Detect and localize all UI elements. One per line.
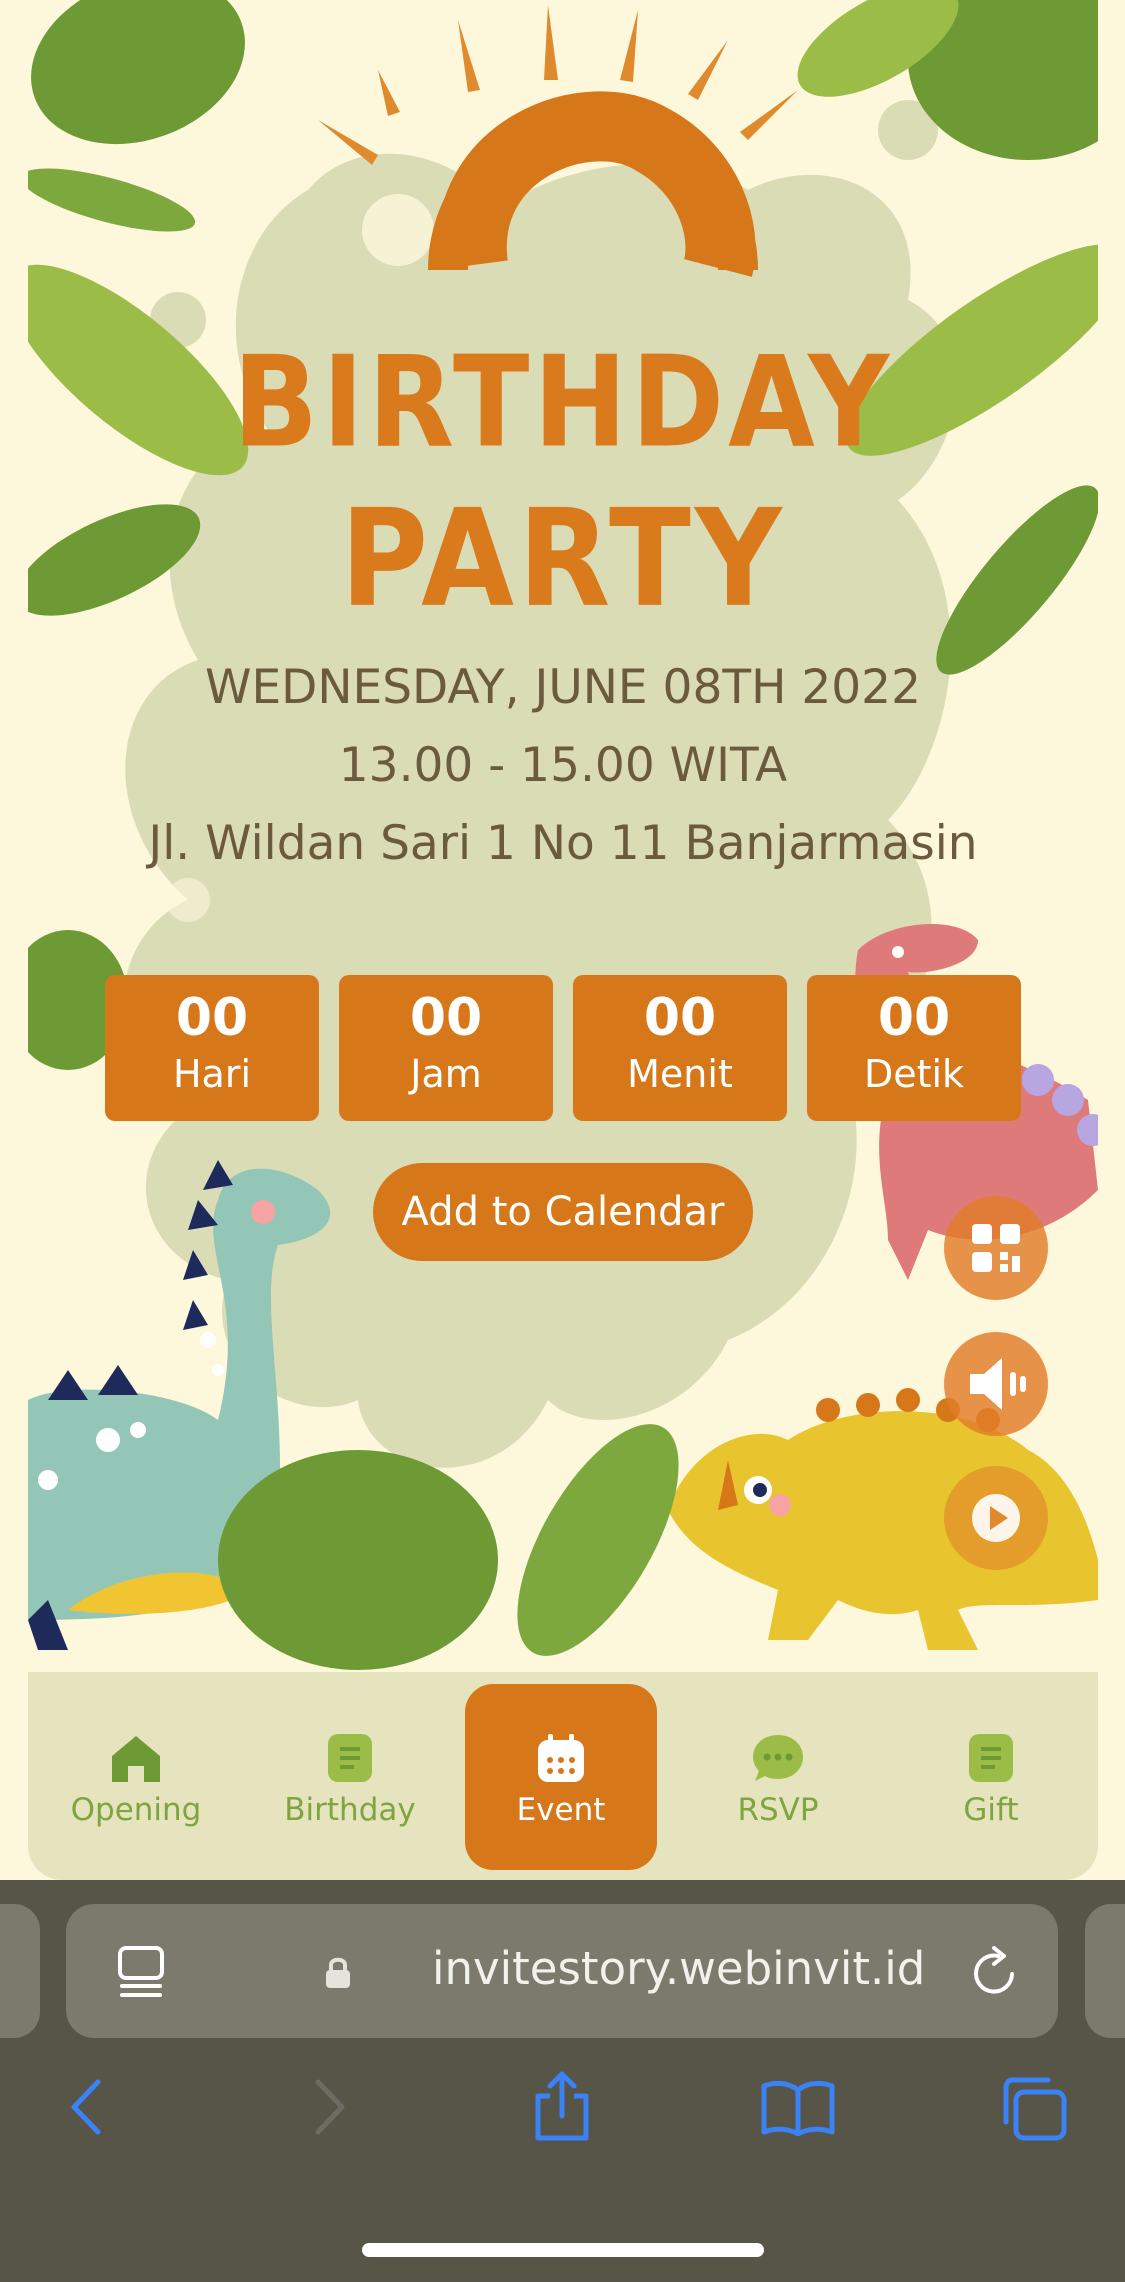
- play-icon: [972, 1494, 1020, 1542]
- tab-event[interactable]: Event: [465, 1684, 657, 1870]
- tabs-icon[interactable]: [1000, 2076, 1068, 2142]
- forward-icon[interactable]: [308, 2076, 352, 2138]
- title-line-1: BIRTHDAY: [232, 330, 894, 476]
- countdown-days: 00 Hari: [105, 975, 319, 1121]
- countdown-minutes-value: 00: [643, 988, 717, 1048]
- address-bar[interactable]: invitestory.webinvit.id: [66, 1904, 1058, 2038]
- back-icon[interactable]: [64, 2076, 108, 2138]
- event-time: 13.00 - 15.00 WITA: [338, 738, 788, 793]
- page-menu-icon[interactable]: [116, 1944, 166, 2000]
- countdown-days-value: 00: [175, 988, 249, 1048]
- tab-rsvp-label: RSVP: [737, 1792, 819, 1828]
- countdown-hours: 00 Jam: [339, 975, 553, 1121]
- calendar-icon: [538, 1734, 584, 1782]
- speaker-icon: [970, 1358, 1026, 1410]
- previous-tab-preview[interactable]: [0, 1904, 40, 2038]
- browser-chrome: invitestory.webinvit.id: [0, 1880, 1125, 2282]
- url-text: invitestory.webinvit.id: [432, 1942, 926, 1995]
- countdown-timer: 00 Hari 00 Jam 00 Menit 00 Detik: [105, 975, 1021, 1121]
- qr-code-button[interactable]: [944, 1196, 1048, 1300]
- countdown-seconds-label: Detik: [863, 1052, 965, 1096]
- home-indicator[interactable]: [362, 2243, 764, 2257]
- invitation-page: BIRTHDAY PARTY WEDNESDAY, JUNE 08TH 2022…: [28, 0, 1098, 1880]
- bottom-navigation: Opening Birthday Event RSVP Gift: [28, 1672, 1098, 1880]
- next-tab-preview[interactable]: [1085, 1904, 1125, 2038]
- countdown-days-label: Hari: [172, 1052, 252, 1096]
- countdown-hours-value: 00: [409, 988, 483, 1048]
- share-icon[interactable]: [530, 2070, 594, 2142]
- tab-gift-label: Gift: [963, 1792, 1019, 1828]
- event-date: WEDNESDAY, JUNE 08TH 2022: [205, 660, 921, 715]
- tab-gift[interactable]: Gift: [895, 1684, 1087, 1870]
- bookmarks-icon[interactable]: [760, 2080, 836, 2136]
- qr-code-icon: [972, 1224, 1020, 1272]
- tab-birthday-label: Birthday: [284, 1792, 416, 1828]
- countdown-minutes: 00 Menit: [573, 975, 787, 1121]
- title-line-2: PARTY: [340, 481, 786, 638]
- tab-opening[interactable]: Opening: [40, 1684, 232, 1870]
- lock-icon: [326, 1957, 350, 1988]
- music-toggle-button[interactable]: [944, 1332, 1048, 1436]
- countdown-seconds: 00 Detik: [807, 975, 1021, 1121]
- tab-opening-label: Opening: [70, 1792, 202, 1828]
- jungle-background: [28, 0, 1098, 1670]
- chat-icon: [753, 1735, 803, 1781]
- reload-icon[interactable]: [968, 1944, 1022, 2000]
- countdown-minutes-label: Menit: [627, 1052, 733, 1096]
- add-to-calendar-button[interactable]: Add to Calendar: [373, 1163, 753, 1261]
- event-address: Jl. Wildan Sari 1 No 11 Banjarmasin: [148, 816, 978, 871]
- tab-rsvp[interactable]: RSVP: [682, 1684, 874, 1870]
- countdown-seconds-value: 00: [877, 988, 951, 1048]
- document-icon: [328, 1734, 372, 1782]
- home-icon: [112, 1736, 160, 1782]
- tab-event-label: Event: [516, 1792, 606, 1828]
- document-icon: [969, 1734, 1013, 1782]
- autoscroll-play-button[interactable]: [944, 1466, 1048, 1570]
- countdown-hours-label: Jam: [410, 1052, 482, 1096]
- tab-birthday[interactable]: Birthday: [254, 1684, 446, 1870]
